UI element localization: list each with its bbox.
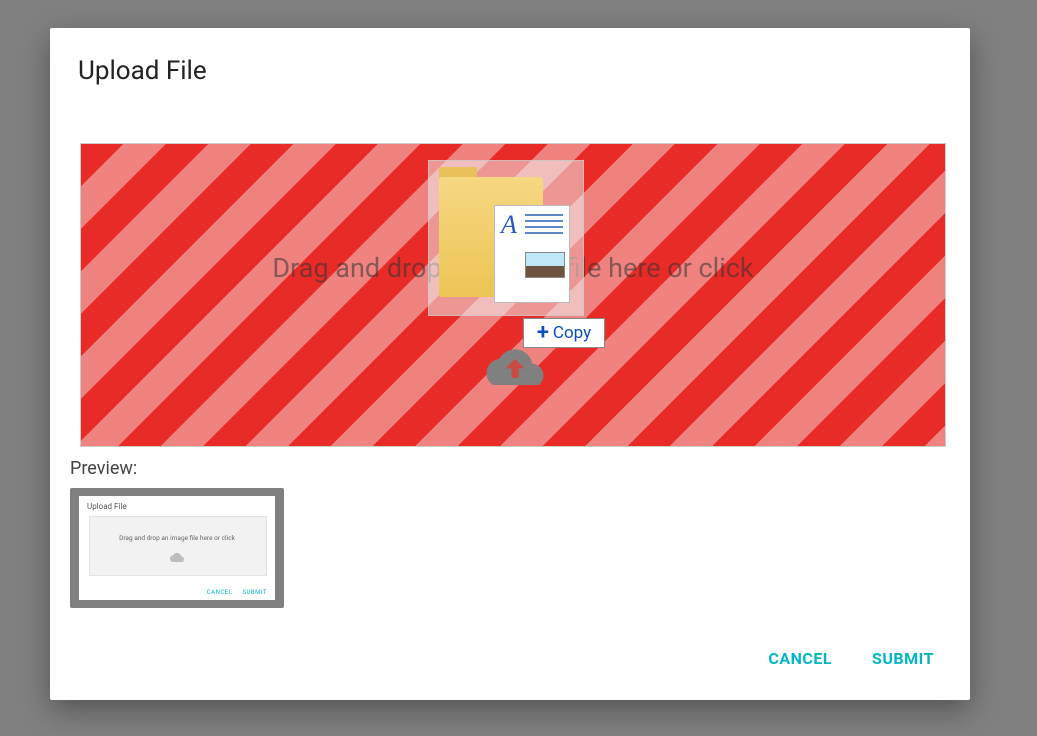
preview-mini-title: Upload File: [87, 502, 127, 511]
upload-file-dialog: Upload File Drag and drop an image file …: [50, 28, 970, 700]
preview-mini-dialog: Upload File Drag and drop an image file …: [79, 496, 275, 600]
document-icon: A: [494, 205, 570, 303]
preview-mini-cloud-icon: [170, 552, 184, 564]
copy-label: Copy: [553, 323, 591, 343]
preview-mini-submit: SUBMIT: [242, 589, 267, 596]
preview-mini-prompt: Drag and drop an image file here or clic…: [79, 534, 275, 542]
submit-button[interactable]: SUBMIT: [854, 639, 952, 678]
preview-mini-cancel: CANCEL: [207, 589, 233, 596]
file-dropzone[interactable]: Drag and drop an image file here or clic…: [80, 143, 946, 447]
dialog-actions: CANCEL SUBMIT: [750, 639, 952, 678]
dialog-title: Upload File: [50, 28, 970, 104]
copy-cursor-badge: + Copy: [523, 318, 605, 348]
dragged-file-ghost: A: [428, 160, 584, 316]
preview-label: Preview:: [70, 458, 137, 479]
preview-thumbnail[interactable]: Upload File Drag and drop an image file …: [70, 488, 284, 608]
cloud-upload-icon: [485, 347, 545, 385]
cancel-button[interactable]: CANCEL: [750, 639, 850, 678]
